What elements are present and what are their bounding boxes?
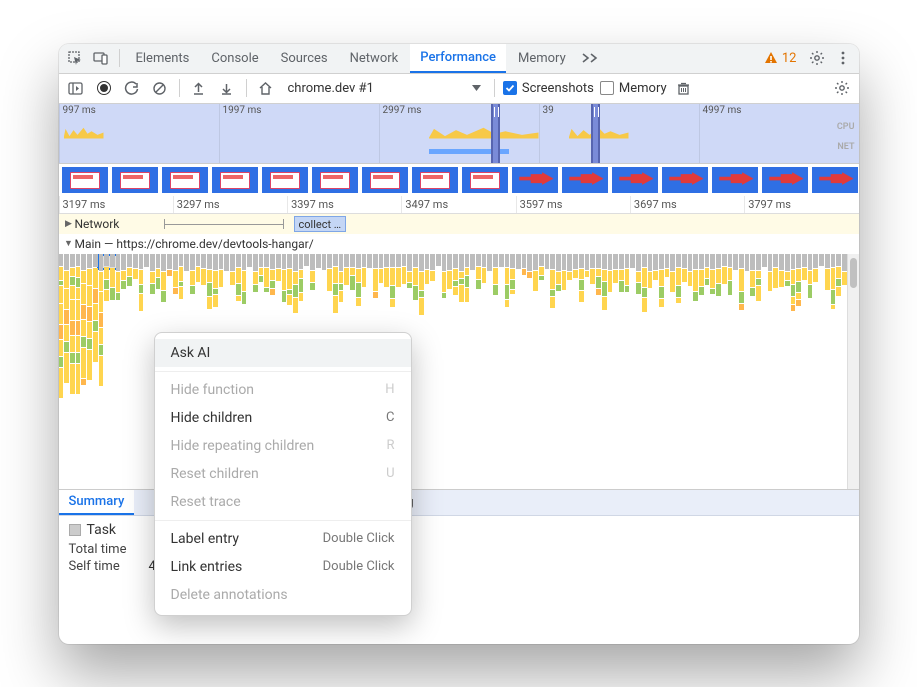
more-tabs-icon[interactable]	[578, 46, 602, 70]
network-request-pill[interactable]: collect …	[294, 216, 347, 232]
main-section-header[interactable]: ▼ Main — https://chrome.dev/devtools-han…	[59, 234, 859, 254]
ruler-tick: 3397 ms	[291, 198, 334, 211]
ctx-reset-children: Reset children U	[155, 460, 411, 488]
filmstrip-thumb[interactable]	[261, 166, 309, 194]
ruler-tick: 3597 ms	[520, 198, 563, 211]
kebab-menu-icon[interactable]	[831, 46, 855, 70]
filmstrip-thumb[interactable]	[611, 166, 659, 194]
tab-performance[interactable]: Performance	[410, 44, 506, 74]
filmstrip-thumb[interactable]	[561, 166, 609, 194]
tab-summary[interactable]: Summary	[59, 489, 135, 515]
record-button[interactable]	[93, 77, 115, 99]
screenshots-label: Screenshots	[522, 81, 594, 96]
upload-icon[interactable]	[188, 77, 210, 99]
overview-window-left-handle[interactable]	[491, 104, 500, 163]
ctx-link-entries[interactable]: Link entries Double Click	[155, 553, 411, 581]
memory-label: Memory	[619, 81, 667, 96]
total-time-label: Total time	[69, 542, 141, 557]
expand-arrow-icon: ▶	[63, 219, 75, 229]
clear-icon[interactable]	[149, 77, 171, 99]
ctx-hide-function: Hide function H	[155, 376, 411, 404]
self-time-label: Self time	[69, 559, 141, 574]
memory-toggle[interactable]: Memory	[600, 81, 667, 96]
devtools-tabbar: Elements Console Sources Network Perform…	[59, 44, 859, 74]
settings-icon[interactable]	[805, 46, 829, 70]
tab-network[interactable]: Network	[340, 44, 409, 74]
recording-select-label: chrome.dev #1	[288, 81, 374, 96]
device-toolbar-icon[interactable]	[89, 46, 113, 70]
scrollbar-thumb[interactable]	[850, 258, 857, 288]
home-icon[interactable]	[255, 77, 277, 99]
recording-select[interactable]: chrome.dev #1	[283, 77, 486, 99]
context-menu: Ask AI Hide function H Hide children C H…	[154, 332, 412, 616]
overview-window-right-handle[interactable]	[591, 104, 600, 163]
tab-elements[interactable]: Elements	[126, 44, 200, 74]
ctx-label-entry[interactable]: Label entry Double Click	[155, 525, 411, 553]
network-section-label: Network	[75, 217, 120, 231]
ctx-reset-trace: Reset trace	[155, 488, 411, 516]
ctx-ask-ai[interactable]: Ask AI	[155, 339, 411, 367]
task-swatch	[69, 524, 81, 536]
summary-task-title: Task	[87, 522, 117, 538]
ctx-hide-repeating-children: Hide repeating children R	[155, 432, 411, 460]
filmstrip-thumb[interactable]	[811, 166, 859, 194]
overview-tick: 1997 ms	[223, 105, 262, 116]
filmstrip-thumb[interactable]	[411, 166, 459, 194]
devtools-window: Elements Console Sources Network Perform…	[59, 44, 859, 644]
tab-console[interactable]: Console	[201, 44, 268, 74]
ruler-tick: 3697 ms	[634, 198, 677, 211]
main-section-label: Main — https://chrome.dev/devtools-hanga…	[75, 237, 314, 251]
flame-ruler[interactable]: 3197 ms 3297 ms 3397 ms 3497 ms 3597 ms …	[59, 196, 859, 214]
issues-count: 12	[782, 51, 797, 66]
ruler-tick: 3297 ms	[177, 198, 220, 211]
tab-memory[interactable]: Memory	[508, 44, 576, 74]
timeline-overview[interactable]: 997 ms 1997 ms 2997 ms 39 4997 ms CPU NE…	[59, 104, 859, 164]
collapse-arrow-icon: ▼	[63, 238, 75, 249]
filmstrip-thumb[interactable]	[661, 166, 709, 194]
ctx-hide-children[interactable]: Hide children C	[155, 404, 411, 432]
ctx-delete-annotations: Delete annotations	[155, 581, 411, 609]
overview-tick: 4997 ms	[703, 105, 742, 116]
filmstrip-thumb[interactable]	[111, 166, 159, 194]
gc-icon[interactable]	[673, 77, 695, 99]
ruler-tick: 3797 ms	[748, 198, 791, 211]
filmstrip-thumb[interactable]	[361, 166, 409, 194]
network-section-header[interactable]: ▶ Network collect …	[59, 214, 859, 234]
checkbox-checked-icon	[503, 81, 517, 95]
toggle-sidebar-icon[interactable]	[65, 77, 87, 99]
filmstrip-thumb[interactable]	[211, 166, 259, 194]
overview-tick: 39	[543, 105, 554, 116]
reload-record-icon[interactable]	[121, 77, 143, 99]
filmstrip-thumb[interactable]	[761, 166, 809, 194]
filmstrip-thumb[interactable]	[461, 166, 509, 194]
inspect-icon[interactable]	[63, 46, 87, 70]
overview-tick: 997 ms	[63, 105, 96, 116]
overview-net-label: NET	[837, 142, 854, 152]
ruler-tick: 3497 ms	[405, 198, 448, 211]
checkbox-unchecked-icon	[600, 81, 614, 95]
filmstrip-thumb[interactable]	[61, 166, 109, 194]
filmstrip[interactable]	[59, 164, 859, 196]
overview-cpu-label: CPU	[837, 122, 855, 132]
chevron-down-icon	[472, 85, 481, 91]
download-icon[interactable]	[216, 77, 238, 99]
ruler-tick: 3197 ms	[63, 198, 106, 211]
screenshots-toggle[interactable]: Screenshots	[503, 81, 594, 96]
issues-badge[interactable]: 12	[758, 51, 803, 66]
filmstrip-thumb[interactable]	[711, 166, 759, 194]
vertical-scrollbar[interactable]	[847, 254, 859, 489]
capture-settings-icon[interactable]	[831, 77, 853, 99]
tab-sources[interactable]: Sources	[271, 44, 338, 74]
filmstrip-thumb[interactable]	[161, 166, 209, 194]
network-bar	[164, 219, 284, 229]
filmstrip-thumb[interactable]	[311, 166, 359, 194]
overview-tick: 2997 ms	[383, 105, 422, 116]
performance-toolbar: chrome.dev #1 Screenshots Memory	[59, 74, 859, 104]
filmstrip-thumb[interactable]	[511, 166, 559, 194]
